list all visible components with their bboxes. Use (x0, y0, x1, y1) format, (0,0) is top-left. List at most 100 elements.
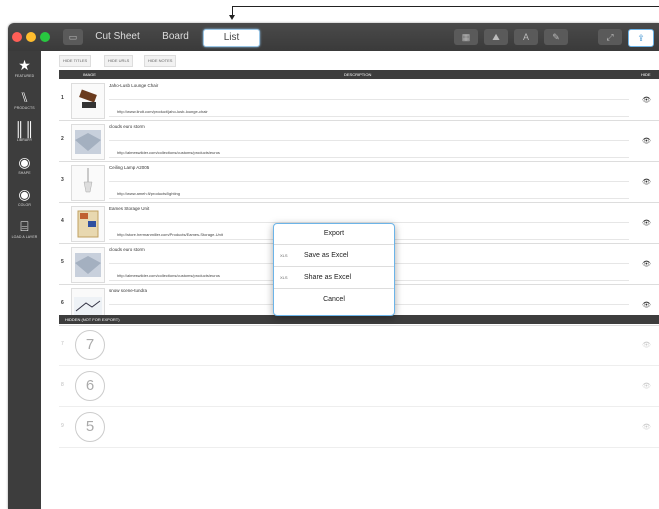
hidden-row[interactable]: 8 6 👁 (59, 366, 659, 407)
share-as-excel-button[interactable]: XLS Share as Excel (274, 268, 394, 289)
divider (109, 198, 629, 199)
hidden-row[interactable]: 9 5 👁 (59, 407, 659, 448)
eye-icon[interactable]: 👁 (642, 301, 651, 309)
callout-arrow-icon (229, 15, 235, 20)
eye-icon[interactable]: 👁 (642, 341, 651, 349)
notes-field[interactable] (109, 214, 629, 223)
sidebar-item-color[interactable]: ◉ COLOR (8, 186, 41, 207)
eye-icon[interactable]: 👁 (642, 219, 651, 227)
library-icon: ║║ (14, 121, 35, 137)
chair-icon: ⑊ (20, 89, 29, 105)
sidebar-item-products[interactable]: ⑊ PRODUCTS (8, 89, 41, 110)
divider (109, 157, 629, 158)
image-icon[interactable]: ⛰ (484, 29, 508, 45)
hidden-row[interactable]: 7 7 👁 (59, 325, 659, 366)
share-icon[interactable]: ⇪ (628, 29, 654, 47)
table-header: IMAGE DESCRIPTION HIDE (59, 70, 659, 79)
product-thumbnail[interactable] (71, 247, 105, 283)
column-header-hide: HIDE (641, 72, 651, 77)
notes-field[interactable] (109, 91, 629, 100)
table-row[interactable]: 2 clouds euro storm http://almeswilder.c… (59, 121, 659, 162)
hide-notes-button[interactable]: HIDE NOTES (144, 55, 177, 67)
product-title[interactable]: Eames Storage Unit (109, 206, 149, 211)
hide-urls-button[interactable]: HIDE URLS (104, 55, 134, 67)
product-title[interactable]: Ceiling Lamp A2005 (109, 165, 149, 170)
notes-field[interactable] (109, 132, 629, 141)
tab-list[interactable]: List (203, 29, 260, 47)
divider (109, 116, 629, 117)
table-row[interactable]: 1 Jaho-Lusb Lounge Chair http://www.lind… (59, 80, 659, 121)
save-as-excel-button[interactable]: XLS Save as Excel (274, 246, 394, 267)
row-number: 4 (61, 218, 64, 224)
eye-icon[interactable]: 👁 (642, 96, 651, 104)
export-popup: Export XLS Save as Excel XLS Share as Ex… (273, 223, 395, 316)
save-as-excel-label: Save as Excel (304, 252, 349, 259)
share-as-excel-label: Share as Excel (304, 274, 352, 281)
excel-icon: XLS (280, 275, 288, 280)
product-title[interactable]: clouds euro storm (109, 124, 145, 129)
product-thumbnail[interactable] (71, 124, 105, 160)
hide-titles-button[interactable]: HIDE TITLES (59, 55, 92, 67)
text-icon[interactable]: A (514, 29, 538, 45)
eye-icon[interactable]: 👁 (642, 423, 651, 431)
close-window-button[interactable] (12, 32, 22, 42)
zoom-window-button[interactable] (40, 32, 50, 42)
tab-board[interactable]: Board (148, 29, 203, 45)
sidebar-item-load-layer[interactable]: ⌸ LOAD A LAYER (8, 218, 41, 239)
row-number: 8 (61, 382, 64, 388)
placeholder-circle[interactable]: 5 (75, 412, 105, 442)
layer-icon: ⌸ (20, 218, 29, 234)
sidebar-item-library[interactable]: ║║ LIBRARY (8, 121, 41, 142)
sidebar-toggle-icon[interactable]: ▭ (63, 29, 83, 45)
eye-icon[interactable]: 👁 (642, 260, 651, 268)
export-popup-title: Export (274, 224, 394, 245)
excel-icon: XLS (280, 253, 288, 258)
sidebar-item-label: PRODUCTS (14, 106, 35, 110)
table-row[interactable]: 3 Ceiling Lamp A2005 http://www.ameh.fi/… (59, 162, 659, 203)
eye-icon[interactable]: 👁 (642, 382, 651, 390)
color-icon: ◉ (18, 186, 31, 202)
sidebar-item-label: FEATURED (14, 74, 35, 78)
star-icon: ★ (18, 57, 31, 73)
product-url[interactable]: http://www.lindt.com/product/jaho-lusb-l… (117, 109, 208, 114)
minimize-window-button[interactable] (26, 32, 36, 42)
hidden-section-header: HIDDEN (NOT FOR EXPORT) (59, 315, 659, 324)
sidebar-item-label: COLOR (18, 203, 31, 207)
sidebar-item-featured[interactable]: ★ FEATURED (8, 57, 41, 78)
product-title[interactable]: clouds euro storm (109, 247, 145, 252)
pencil-icon[interactable]: ✎ (544, 29, 568, 45)
product-url[interactable]: http://almeswilder.com/collections/custo… (117, 273, 220, 278)
notes-field[interactable] (109, 173, 629, 182)
product-thumbnail[interactable] (71, 206, 105, 242)
eye-icon[interactable]: 👁 (642, 137, 651, 145)
product-thumbnail[interactable] (71, 165, 105, 201)
row-number: 1 (61, 95, 64, 101)
cancel-button[interactable]: Cancel (274, 290, 394, 310)
tab-cut-sheet[interactable]: Cut Sheet (90, 29, 145, 45)
product-title[interactable]: snow scene-tundra (109, 288, 147, 293)
row-number: 2 (61, 136, 64, 142)
row-number: 9 (61, 423, 64, 429)
product-url[interactable]: http://store.hermanmiller.com/Products/E… (117, 232, 223, 237)
expand-icon[interactable]: ⤢ (598, 29, 622, 45)
column-header-image: IMAGE (83, 72, 96, 77)
grid-icon[interactable]: ▦ (454, 29, 478, 45)
product-url[interactable]: http://www.ameh.fi/products/lighting (117, 191, 180, 196)
placeholder-circle[interactable]: 6 (75, 371, 105, 401)
row-number: 7 (61, 341, 64, 347)
row-number: 3 (61, 177, 64, 183)
sidebar-item-label: LOAD A LAYER (11, 235, 38, 239)
shape-icon: ◉ (18, 154, 31, 170)
product-thumbnail[interactable] (71, 83, 105, 119)
placeholder-circle[interactable]: 7 (75, 330, 105, 360)
product-title[interactable]: Jaho-Lusb Lounge Chair (109, 83, 158, 88)
callout-line-top (232, 6, 659, 7)
row-number: 6 (61, 300, 64, 306)
toolbar: ▭ Cut Sheet Board List ▦ ⛰ A ✎ ⤢ ⇪ (8, 23, 659, 51)
sidebar-item-label: LIBRARY (16, 138, 33, 142)
sidebar: ★ FEATURED ⑊ PRODUCTS ║║ LIBRARY ◉ SHAPE… (8, 51, 41, 509)
sidebar-item-shape[interactable]: ◉ SHAPE (8, 154, 41, 175)
product-url[interactable]: http://almeswilder.com/collections/custo… (117, 150, 220, 155)
eye-icon[interactable]: 👁 (642, 178, 651, 186)
sidebar-item-label: SHAPE (18, 171, 31, 175)
